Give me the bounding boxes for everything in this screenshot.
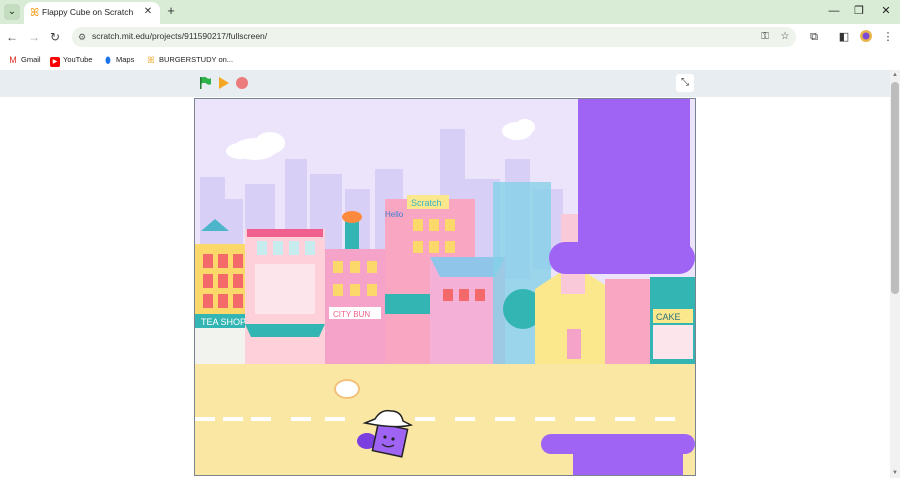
bookmark-gmail[interactable]: M Gmail bbox=[8, 53, 40, 67]
scroll-up-arrow-icon[interactable]: ▲ bbox=[890, 70, 900, 80]
city-bun-sign: CITY BUN bbox=[333, 310, 370, 319]
stop-sign-icon[interactable] bbox=[236, 77, 248, 89]
close-window-button[interactable]: ✕ bbox=[878, 3, 894, 19]
password-key-icon[interactable]: ⚿ bbox=[758, 30, 772, 44]
scroll-thumb[interactable] bbox=[891, 82, 899, 294]
bookmark-burgerstudy[interactable]: ꕤ BURGERSTUDY on... bbox=[146, 53, 233, 67]
hello-sign: Hello bbox=[385, 210, 404, 219]
scratch-controls-bar: ⤡ bbox=[0, 70, 890, 97]
tab-close-icon[interactable]: ✕ bbox=[142, 6, 154, 18]
menu-kebab-icon[interactable]: ⋮ bbox=[880, 29, 896, 45]
bookmark-maps[interactable]: ⬮ Maps bbox=[103, 53, 134, 67]
browser-chrome: ⌄ ꕤ Flappy Cube on Scratch ✕ + — ❐ ✕ ← →… bbox=[0, 0, 900, 70]
back-button[interactable]: ← bbox=[4, 29, 20, 45]
new-tab-button[interactable]: + bbox=[164, 4, 178, 18]
green-flag-icon[interactable] bbox=[198, 76, 212, 90]
scratch-sign: Scratch bbox=[411, 198, 442, 208]
cake-sign: CAKE bbox=[656, 312, 681, 322]
page-scrollbar[interactable]: ▲ ▼ bbox=[890, 70, 900, 478]
stage-scene: TEA SHOP CITY BUN Scratch Hello CAKE bbox=[195, 99, 695, 475]
tab-bar: ⌄ ꕤ Flappy Cube on Scratch ✕ + — ❐ ✕ bbox=[0, 0, 900, 24]
manhole bbox=[334, 379, 360, 399]
gmail-icon: M bbox=[9, 55, 17, 65]
tab-title: Flappy Cube on Scratch bbox=[42, 7, 134, 17]
forward-button[interactable]: → bbox=[26, 29, 42, 45]
burger-icon: ꕤ bbox=[147, 55, 155, 65]
minimize-button[interactable]: — bbox=[826, 3, 842, 19]
bookmark-youtube[interactable]: ▶ YouTube bbox=[50, 53, 92, 67]
maps-icon: ⬮ bbox=[105, 55, 111, 65]
address-bar[interactable]: ⚙ ⚿ ☆ bbox=[72, 27, 796, 47]
extensions-icon[interactable]: ⧉ bbox=[806, 29, 822, 45]
reload-button[interactable]: ↻ bbox=[47, 29, 63, 45]
site-info-icon[interactable]: ⚙ bbox=[78, 30, 90, 44]
url-input[interactable] bbox=[92, 31, 692, 41]
tab-flappy-cube[interactable]: ꕤ Flappy Cube on Scratch ✕ bbox=[24, 2, 160, 24]
youtube-icon: ▶ bbox=[50, 57, 60, 67]
bookmark-star-icon[interactable]: ☆ bbox=[778, 30, 792, 44]
browser-toolbar: ← → ↻ ⚙ ⚿ ☆ ⧉ ◧ ⋮ bbox=[0, 24, 900, 50]
scroll-down-arrow-icon[interactable]: ▼ bbox=[890, 468, 900, 478]
bookmarks-bar: M Gmail ▶ YouTube ⬮ Maps ꕤ BURGERSTUDY on... bbox=[0, 50, 900, 70]
tab-search-button[interactable]: ⌄ bbox=[4, 4, 20, 20]
side-panel-icon[interactable]: ◧ bbox=[836, 29, 852, 45]
game-stage[interactable]: TEA SHOP CITY BUN Scratch Hello CAKE bbox=[194, 98, 696, 476]
turbo-play-icon[interactable] bbox=[218, 76, 230, 90]
profile-avatar[interactable] bbox=[858, 29, 874, 45]
exit-fullscreen-button[interactable]: ⤡ bbox=[676, 74, 694, 92]
scratch-cat-icon: ꕤ bbox=[30, 7, 40, 19]
tea-shop-sign: TEA SHOP bbox=[201, 317, 246, 327]
restore-button[interactable]: ❐ bbox=[851, 3, 867, 19]
